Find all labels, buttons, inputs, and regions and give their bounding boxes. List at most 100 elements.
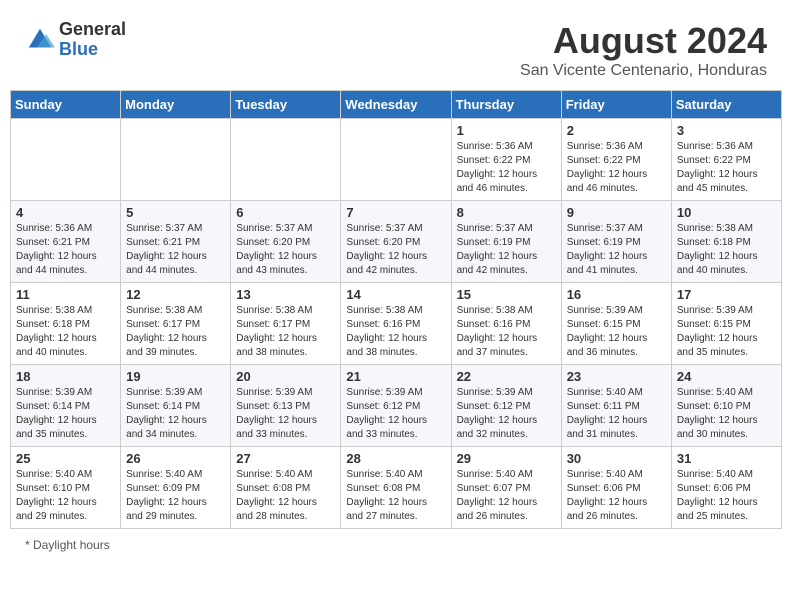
day-info: Sunrise: 5:40 AMSunset: 6:07 PMDaylight:… [457,468,556,524]
day-number: 28 [346,451,445,466]
calendar-cell: 1 Sunrise: 5:36 AMSunset: 6:22 PMDaylight… [451,119,561,201]
calendar-cell [11,119,121,201]
day-info: Sunrise: 5:39 AMSunset: 6:15 PMDaylight:… [567,304,666,360]
calendar-table: SundayMondayTuesdayWednesdayThursdayFrid… [10,90,782,529]
day-number: 3 [677,123,776,138]
day-info: Sunrise: 5:40 AMSunset: 6:06 PMDaylight:… [677,468,776,524]
calendar-header-thursday: Thursday [451,91,561,119]
calendar-cell: 3Sunrise: 5:36 AMSunset: 6:22 PMDaylight… [671,119,781,201]
calendar-cell [231,119,341,201]
day-number: 4 [16,205,115,220]
calendar-cell: 25 Sunrise: 5:40 AMSunset: 6:10 PMDayligh… [11,447,121,529]
day-info: Sunrise: 5:37 AMSunset: 6:19 PMDaylight:… [567,222,666,278]
day-info: Sunrise: 5:40 AMSunset: 6:06 PMDaylight:… [567,468,666,524]
day-info: Sunrise: 5:37 AMSunset: 6:20 PMDaylight:… [346,222,445,278]
month-title: August 2024 [520,20,767,62]
calendar-header-friday: Friday [561,91,671,119]
calendar-cell: 6 Sunrise: 5:37 AMSunset: 6:20 PMDaylight… [231,201,341,283]
calendar-cell: 17Sunrise: 5:39 AMSunset: 6:15 PMDayligh… [671,283,781,365]
calendar-cell: 2 Sunrise: 5:36 AMSunset: 6:22 PMDaylight… [561,119,671,201]
day-info: Sunrise: 5:37 AMSunset: 6:21 PMDaylight:… [126,222,225,278]
day-info: Sunrise: 5:39 AMSunset: 6:12 PMDaylight:… [457,386,556,442]
day-info: Sunrise: 5:37 AMSunset: 6:19 PMDaylight:… [457,222,556,278]
calendar-cell: 22 Sunrise: 5:39 AMSunset: 6:12 PMDayligh… [451,365,561,447]
day-number: 1 [457,123,556,138]
day-number: 5 [126,205,225,220]
calendar-cell: 12 Sunrise: 5:38 AMSunset: 6:17 PMDayligh… [121,283,231,365]
calendar-cell [121,119,231,201]
day-info: Sunrise: 5:38 AMSunset: 6:18 PMDaylight:… [16,304,115,360]
day-number: 30 [567,451,666,466]
calendar-header-wednesday: Wednesday [341,91,451,119]
title-area: August 2024 San Vicente Centenario, Hond… [520,20,767,80]
logo-general-text: General [59,20,126,40]
day-number: 31 [677,451,776,466]
day-number: 11 [16,287,115,302]
calendar-cell: 5 Sunrise: 5:37 AMSunset: 6:21 PMDaylight… [121,201,231,283]
logo-icon [25,25,55,55]
day-number: 10 [677,205,776,220]
day-number: 8 [457,205,556,220]
day-number: 21 [346,369,445,384]
day-info: Sunrise: 5:39 AMSunset: 6:13 PMDaylight:… [236,386,335,442]
day-info: Sunrise: 5:36 AMSunset: 6:22 PMDaylight:… [457,140,556,196]
calendar-cell: 27 Sunrise: 5:40 AMSunset: 6:08 PMDayligh… [231,447,341,529]
day-number: 6 [236,205,335,220]
day-number: 16 [567,287,666,302]
calendar-cell: 21 Sunrise: 5:39 AMSunset: 6:12 PMDayligh… [341,365,451,447]
calendar-cell: 9 Sunrise: 5:37 AMSunset: 6:19 PMDaylight… [561,201,671,283]
day-number: 18 [16,369,115,384]
calendar-cell: 28 Sunrise: 5:40 AMSunset: 6:08 PMDayligh… [341,447,451,529]
day-info: Sunrise: 5:40 AMSunset: 6:10 PMDaylight:… [677,386,776,442]
calendar-header-tuesday: Tuesday [231,91,341,119]
day-info: Sunrise: 5:38 AMSunset: 6:16 PMDaylight:… [346,304,445,360]
day-info: Sunrise: 5:36 AMSunset: 6:21 PMDaylight:… [16,222,115,278]
day-number: 12 [126,287,225,302]
calendar-cell: 16 Sunrise: 5:39 AMSunset: 6:15 PMDayligh… [561,283,671,365]
day-info: Sunrise: 5:40 AMSunset: 6:11 PMDaylight:… [567,386,666,442]
day-number: 7 [346,205,445,220]
day-info: Sunrise: 5:40 AMSunset: 6:10 PMDaylight:… [16,468,115,524]
calendar-cell: 23 Sunrise: 5:40 AMSunset: 6:11 PMDayligh… [561,365,671,447]
calendar-cell: 15Sunrise: 5:38 AMSunset: 6:16 PMDayligh… [451,283,561,365]
day-info: Sunrise: 5:38 AMSunset: 6:16 PMDaylight:… [457,304,556,360]
calendar-header-saturday: Saturday [671,91,781,119]
calendar-header-row: SundayMondayTuesdayWednesdayThursdayFrid… [11,91,782,119]
calendar-week-row: 1 Sunrise: 5:36 AMSunset: 6:22 PMDaylight… [11,119,782,201]
day-info: Sunrise: 5:40 AMSunset: 6:09 PMDaylight:… [126,468,225,524]
calendar-header-sunday: Sunday [11,91,121,119]
day-number: 22 [457,369,556,384]
calendar-header-monday: Monday [121,91,231,119]
day-number: 17 [677,287,776,302]
calendar-cell [341,119,451,201]
day-info: Sunrise: 5:37 AMSunset: 6:20 PMDaylight:… [236,222,335,278]
calendar-cell: 11 Sunrise: 5:38 AMSunset: 6:18 PMDayligh… [11,283,121,365]
calendar-cell: 7 Sunrise: 5:37 AMSunset: 6:20 PMDaylight… [341,201,451,283]
calendar-cell: 31 Sunrise: 5:40 AMSunset: 6:06 PMDayligh… [671,447,781,529]
day-info: Sunrise: 5:40 AMSunset: 6:08 PMDaylight:… [236,468,335,524]
day-info: Sunrise: 5:36 AMSunset: 6:22 PMDaylight:… [567,140,666,196]
location-title: San Vicente Centenario, Honduras [520,62,767,80]
calendar-week-row: 11 Sunrise: 5:38 AMSunset: 6:18 PMDayligh… [11,283,782,365]
day-number: 23 [567,369,666,384]
calendar-cell: 13Sunrise: 5:38 AMSunset: 6:17 PMDayligh… [231,283,341,365]
day-info: Sunrise: 5:39 AMSunset: 6:12 PMDaylight:… [346,386,445,442]
calendar-week-row: 18 Sunrise: 5:39 AMSunset: 6:14 PMDayligh… [11,365,782,447]
calendar-cell: 4 Sunrise: 5:36 AMSunset: 6:21 PMDaylight… [11,201,121,283]
day-number: 26 [126,451,225,466]
logo-blue-text: Blue [59,40,126,60]
day-number: 2 [567,123,666,138]
calendar-cell: 26 Sunrise: 5:40 AMSunset: 6:09 PMDayligh… [121,447,231,529]
calendar-cell: 20 Sunrise: 5:39 AMSunset: 6:13 PMDayligh… [231,365,341,447]
day-number: 20 [236,369,335,384]
day-number: 9 [567,205,666,220]
day-number: 14 [346,287,445,302]
day-number: 27 [236,451,335,466]
day-info: Sunrise: 5:39 AMSunset: 6:14 PMDaylight:… [126,386,225,442]
day-info: Sunrise: 5:38 AMSunset: 6:17 PMDaylight:… [126,304,225,360]
day-number: 25 [16,451,115,466]
day-info: Sunrise: 5:40 AMSunset: 6:08 PMDaylight:… [346,468,445,524]
calendar-cell: 29Sunrise: 5:40 AMSunset: 6:07 PMDayligh… [451,447,561,529]
footer-note: * Daylight hours [10,534,782,556]
calendar-cell: 8 Sunrise: 5:37 AMSunset: 6:19 PMDaylight… [451,201,561,283]
